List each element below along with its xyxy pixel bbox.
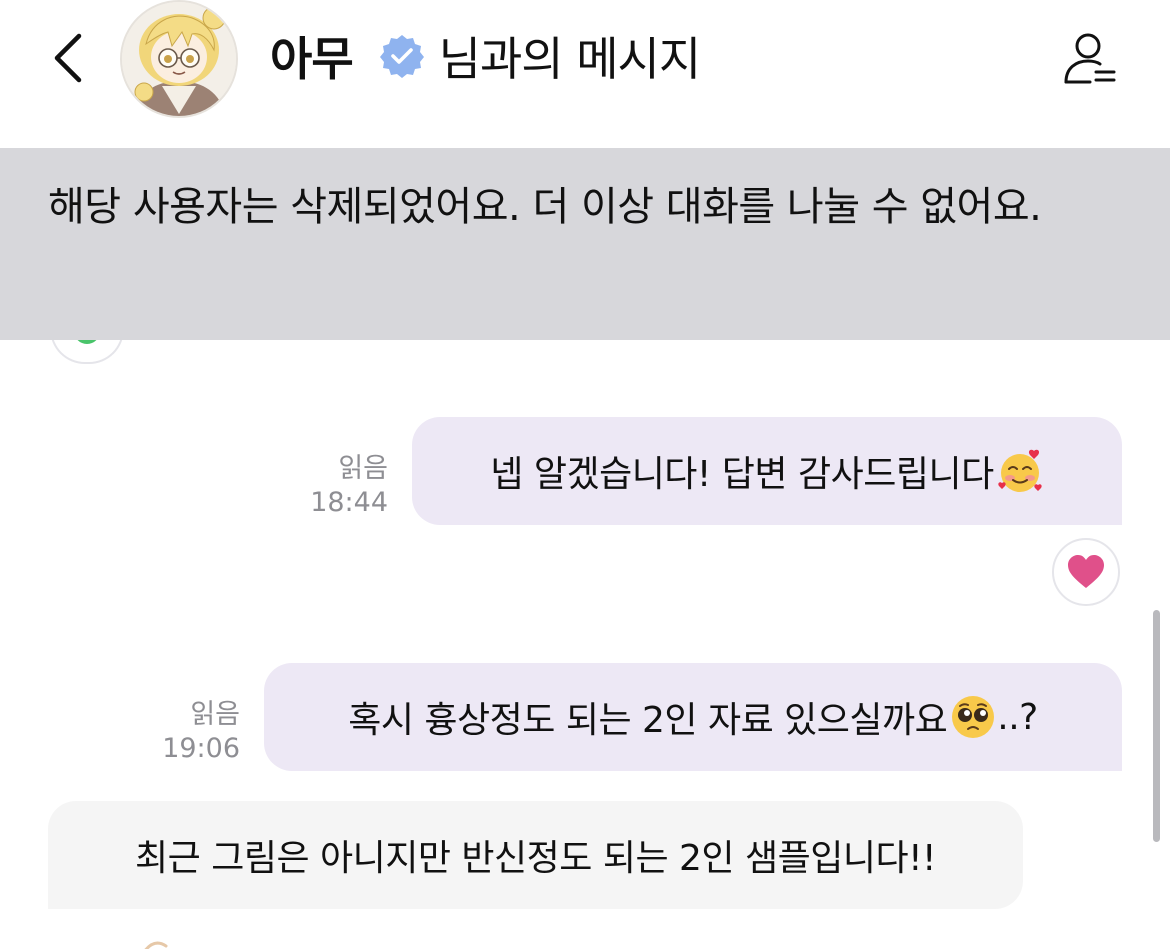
scrollbar[interactable] — [1153, 610, 1160, 842]
chat-header: 아무 님과의 메시지 — [0, 0, 1170, 148]
message-time: 19:06 — [162, 733, 240, 764]
message-text-suffix: ..? — [997, 696, 1038, 738]
message-bubble-outgoing[interactable]: 혹시 흉상정도 되는 2인 자료 있으실까요 ..? — [264, 663, 1122, 771]
verified-badge-icon — [379, 35, 424, 78]
message-bubble-incoming[interactable]: 최근 그림은 아니지만 반신정도 되는 2인 샘플입니다!! — [48, 801, 1023, 909]
reaction-badge[interactable] — [1052, 538, 1120, 606]
message-text: 최근 그림은 아니지만 반신정도 되는 2인 샘플입니다!! — [135, 838, 936, 879]
message-meta: 읽음 18:44 — [300, 452, 388, 520]
chevron-left-icon — [54, 33, 82, 83]
read-status: 읽음 — [338, 453, 388, 484]
pleading-face-emoji — [952, 696, 995, 738]
contact-name: 아무 — [270, 32, 354, 86]
back-button[interactable] — [40, 28, 96, 88]
partial-attachment-icon — [144, 941, 168, 949]
message-time: 18:44 — [310, 487, 388, 518]
profile-menu-icon — [1064, 33, 1116, 84]
heart-icon — [1068, 555, 1104, 588]
title-suffix: 님과의 메시지 — [438, 32, 702, 86]
chat-screen: 아무 님과의 메시지 해당 사용자는 삭제되었어요. 더 이상 대화를 나눌 수… — [0, 0, 1170, 949]
avatar-illustration — [122, 2, 236, 116]
message-text: 넵 알겠습니다! 답변 감사드립니다 — [490, 454, 994, 495]
profile-menu-button[interactable] — [1060, 30, 1120, 90]
read-status: 읽음 — [190, 699, 240, 730]
deleted-user-banner: 해당 사용자는 삭제되었어요. 더 이상 대화를 나눌 수 없어요. — [0, 148, 1170, 340]
message-meta: 읽음 19:06 — [152, 698, 240, 766]
avatar[interactable] — [120, 0, 238, 118]
smiling-face-with-hearts-emoji — [998, 449, 1042, 492]
message-text: 혹시 흉상정도 되는 2인 자료 있으실까요 — [348, 700, 948, 741]
message-bubble-outgoing[interactable]: 넵 알겠습니다! 답변 감사드립니다 — [412, 417, 1122, 525]
chat-title: 아무 님과의 메시지 — [270, 24, 702, 88]
